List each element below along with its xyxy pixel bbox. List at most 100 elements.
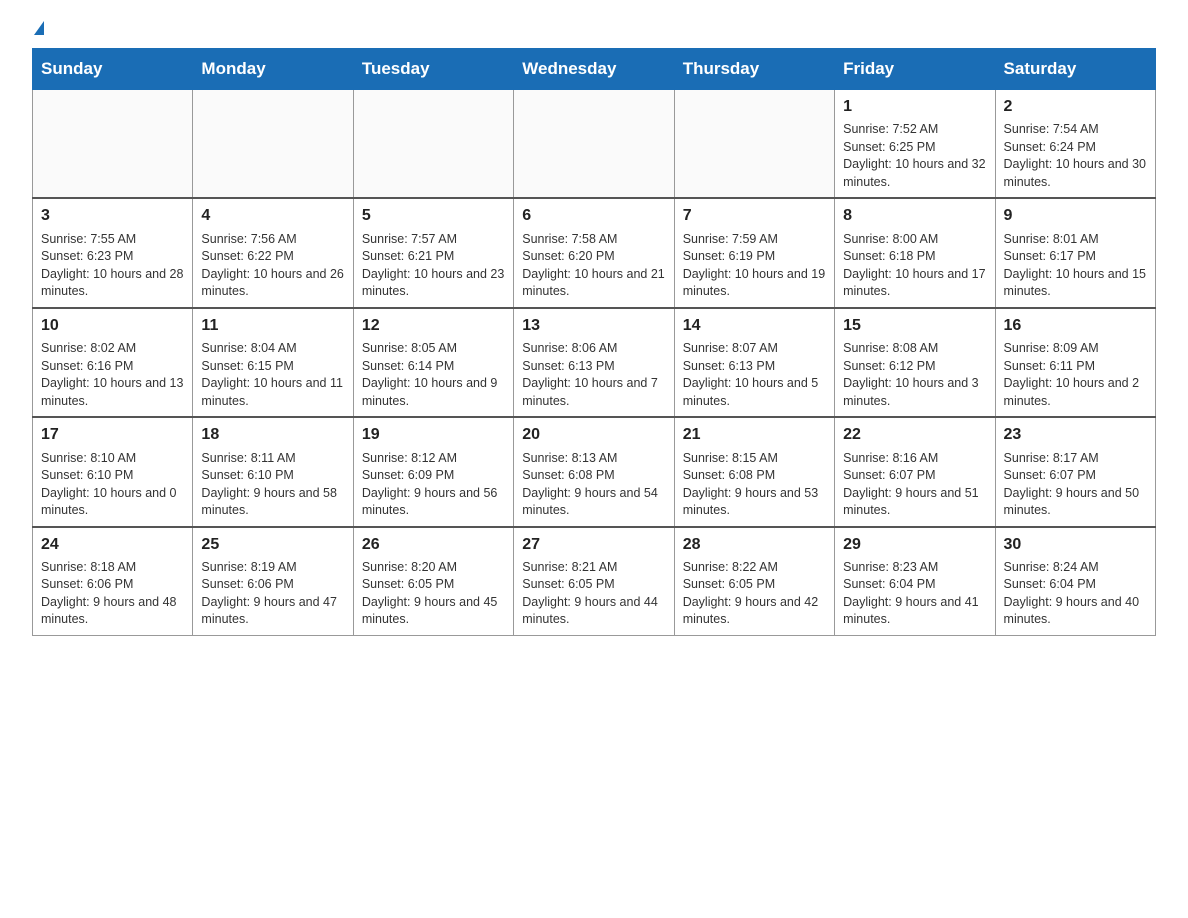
logo-triangle-icon: [34, 21, 44, 35]
day-number: 5: [362, 205, 505, 227]
day-info: Sunrise: 8:00 AM Sunset: 6:18 PM Dayligh…: [843, 231, 986, 301]
day-info: Sunrise: 8:09 AM Sunset: 6:11 PM Dayligh…: [1004, 340, 1147, 410]
weekday-header-wednesday: Wednesday: [514, 49, 674, 90]
day-number: 21: [683, 424, 826, 446]
calendar-cell: 10 Sunrise: 8:02 AM Sunset: 6:16 PM Dayli…: [33, 308, 193, 417]
calendar-table: SundayMondayTuesdayWednesdayThursdayFrid…: [32, 48, 1156, 636]
calendar-cell: 28 Sunrise: 8:22 AM Sunset: 6:05 PM Dayli…: [674, 527, 834, 636]
day-number: 19: [362, 424, 505, 446]
calendar-cell: [193, 90, 353, 199]
calendar-cell: 8 Sunrise: 8:00 AM Sunset: 6:18 PM Daylig…: [835, 198, 995, 307]
week-row-2: 3Sunrise: 7:55 AM Sunset: 6:23 PM Daylig…: [33, 198, 1156, 307]
day-number: 16: [1004, 315, 1147, 337]
day-number: 15: [843, 315, 986, 337]
week-row-4: 17Sunrise: 8:10 AM Sunset: 6:10 PM Dayli…: [33, 417, 1156, 526]
calendar-cell: 27 Sunrise: 8:21 AM Sunset: 6:05 PM Dayli…: [514, 527, 674, 636]
day-number: 3: [41, 205, 184, 227]
weekday-header-tuesday: Tuesday: [353, 49, 513, 90]
day-info: Sunrise: 8:18 AM Sunset: 6:06 PM Dayligh…: [41, 559, 184, 629]
day-number: 9: [1004, 205, 1147, 227]
day-number: 2: [1004, 96, 1147, 118]
calendar-cell: 13 Sunrise: 8:06 AM Sunset: 6:13 PM Dayli…: [514, 308, 674, 417]
day-number: 4: [201, 205, 344, 227]
calendar-cell: 11 Sunrise: 8:04 AM Sunset: 6:15 PM Dayli…: [193, 308, 353, 417]
day-number: 6: [522, 205, 665, 227]
day-info: Sunrise: 8:05 AM Sunset: 6:14 PM Dayligh…: [362, 340, 505, 410]
day-number: 28: [683, 534, 826, 556]
weekday-header-friday: Friday: [835, 49, 995, 90]
calendar-cell: [33, 90, 193, 199]
day-number: 1: [843, 96, 986, 118]
day-number: 8: [843, 205, 986, 227]
day-info: Sunrise: 7:54 AM Sunset: 6:24 PM Dayligh…: [1004, 121, 1147, 191]
calendar-cell: 29 Sunrise: 8:23 AM Sunset: 6:04 PM Dayli…: [835, 527, 995, 636]
weekday-header-thursday: Thursday: [674, 49, 834, 90]
day-info: Sunrise: 7:58 AM Sunset: 6:20 PM Dayligh…: [522, 231, 665, 301]
calendar-cell: 14 Sunrise: 8:07 AM Sunset: 6:13 PM Dayli…: [674, 308, 834, 417]
calendar-cell: 12 Sunrise: 8:05 AM Sunset: 6:14 PM Dayli…: [353, 308, 513, 417]
day-number: 25: [201, 534, 344, 556]
calendar-cell: 9 Sunrise: 8:01 AM Sunset: 6:17 PM Daylig…: [995, 198, 1155, 307]
day-number: 24: [41, 534, 184, 556]
day-number: 10: [41, 315, 184, 337]
calendar-cell: [674, 90, 834, 199]
day-number: 14: [683, 315, 826, 337]
calendar-cell: 23 Sunrise: 8:17 AM Sunset: 6:07 PM Dayli…: [995, 417, 1155, 526]
calendar-cell: 5 Sunrise: 7:57 AM Sunset: 6:21 PM Daylig…: [353, 198, 513, 307]
weekday-header-monday: Monday: [193, 49, 353, 90]
day-info: Sunrise: 8:08 AM Sunset: 6:12 PM Dayligh…: [843, 340, 986, 410]
calendar-cell: [514, 90, 674, 199]
week-row-5: 24 Sunrise: 8:18 AM Sunset: 6:06 PM Dayli…: [33, 527, 1156, 636]
day-info: Sunrise: 8:23 AM Sunset: 6:04 PM Dayligh…: [843, 559, 986, 629]
day-info: Sunrise: 7:59 AM Sunset: 6:19 PM Dayligh…: [683, 231, 826, 301]
day-info: Sunrise: 8:21 AM Sunset: 6:05 PM Dayligh…: [522, 559, 665, 629]
page-header: [32, 24, 1156, 38]
day-number: 23: [1004, 424, 1147, 446]
day-info: Sunrise: 8:15 AM Sunset: 6:08 PM Dayligh…: [683, 450, 826, 520]
weekday-header-sunday: Sunday: [33, 49, 193, 90]
day-info: Sunrise: 8:22 AM Sunset: 6:05 PM Dayligh…: [683, 559, 826, 629]
calendar-cell: 16 Sunrise: 8:09 AM Sunset: 6:11 PM Dayli…: [995, 308, 1155, 417]
day-number: 12: [362, 315, 505, 337]
calendar-cell: 2 Sunrise: 7:54 AM Sunset: 6:24 PM Daylig…: [995, 90, 1155, 199]
week-row-1: 1Sunrise: 7:52 AM Sunset: 6:25 PM Daylig…: [33, 90, 1156, 199]
calendar-cell: 24 Sunrise: 8:18 AM Sunset: 6:06 PM Dayli…: [33, 527, 193, 636]
day-info: Sunrise: 8:20 AM Sunset: 6:05 PM Dayligh…: [362, 559, 505, 629]
day-number: 29: [843, 534, 986, 556]
day-info: Sunrise: 7:56 AM Sunset: 6:22 PM Dayligh…: [201, 231, 344, 301]
day-info: Sunrise: 8:07 AM Sunset: 6:13 PM Dayligh…: [683, 340, 826, 410]
day-number: 11: [201, 315, 344, 337]
day-info: Sunrise: 7:57 AM Sunset: 6:21 PM Dayligh…: [362, 231, 505, 301]
day-info: Sunrise: 8:01 AM Sunset: 6:17 PM Dayligh…: [1004, 231, 1147, 301]
day-number: 22: [843, 424, 986, 446]
calendar-cell: 20Sunrise: 8:13 AM Sunset: 6:08 PM Dayli…: [514, 417, 674, 526]
calendar-cell: 26 Sunrise: 8:20 AM Sunset: 6:05 PM Dayli…: [353, 527, 513, 636]
calendar-cell: 30Sunrise: 8:24 AM Sunset: 6:04 PM Dayli…: [995, 527, 1155, 636]
calendar-cell: 15 Sunrise: 8:08 AM Sunset: 6:12 PM Dayli…: [835, 308, 995, 417]
day-number: 20: [522, 424, 665, 446]
day-info: Sunrise: 8:02 AM Sunset: 6:16 PM Dayligh…: [41, 340, 184, 410]
day-number: 26: [362, 534, 505, 556]
day-info: Sunrise: 8:12 AM Sunset: 6:09 PM Dayligh…: [362, 450, 505, 520]
day-number: 18: [201, 424, 344, 446]
calendar-cell: 19 Sunrise: 8:12 AM Sunset: 6:09 PM Dayli…: [353, 417, 513, 526]
calendar-cell: 21 Sunrise: 8:15 AM Sunset: 6:08 PM Dayli…: [674, 417, 834, 526]
day-number: 27: [522, 534, 665, 556]
calendar-cell: 22 Sunrise: 8:16 AM Sunset: 6:07 PM Dayli…: [835, 417, 995, 526]
weekday-header-row: SundayMondayTuesdayWednesdayThursdayFrid…: [33, 49, 1156, 90]
day-info: Sunrise: 8:04 AM Sunset: 6:15 PM Dayligh…: [201, 340, 344, 410]
day-number: 13: [522, 315, 665, 337]
calendar-cell: 25 Sunrise: 8:19 AM Sunset: 6:06 PM Dayli…: [193, 527, 353, 636]
weekday-header-saturday: Saturday: [995, 49, 1155, 90]
logo: [32, 24, 44, 38]
day-info: Sunrise: 8:19 AM Sunset: 6:06 PM Dayligh…: [201, 559, 344, 629]
calendar-cell: 7 Sunrise: 7:59 AM Sunset: 6:19 PM Daylig…: [674, 198, 834, 307]
calendar-cell: 4 Sunrise: 7:56 AM Sunset: 6:22 PM Daylig…: [193, 198, 353, 307]
day-info: Sunrise: 8:17 AM Sunset: 6:07 PM Dayligh…: [1004, 450, 1147, 520]
day-number: 17: [41, 424, 184, 446]
day-number: 7: [683, 205, 826, 227]
calendar-cell: 1Sunrise: 7:52 AM Sunset: 6:25 PM Daylig…: [835, 90, 995, 199]
day-info: Sunrise: 8:06 AM Sunset: 6:13 PM Dayligh…: [522, 340, 665, 410]
day-number: 30: [1004, 534, 1147, 556]
day-info: Sunrise: 8:16 AM Sunset: 6:07 PM Dayligh…: [843, 450, 986, 520]
